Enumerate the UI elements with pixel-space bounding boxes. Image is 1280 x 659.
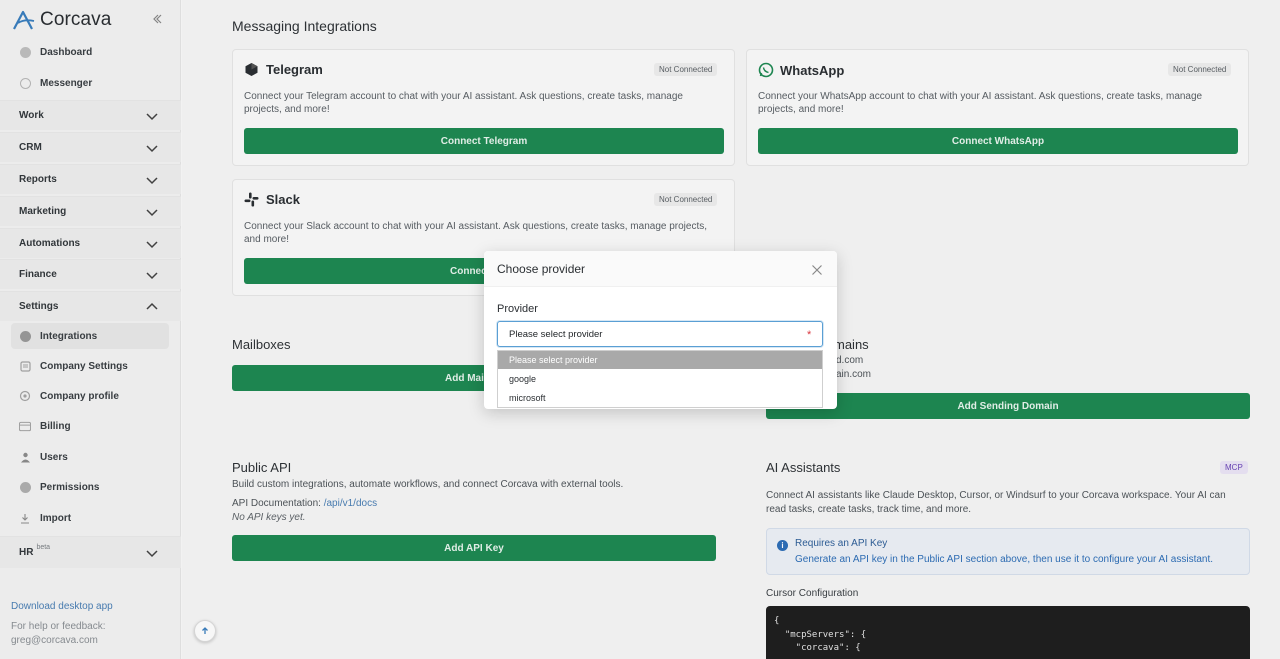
choose-provider-dialog: Choose provider Provider Please select p… — [484, 251, 837, 409]
required-indicator: * — [807, 329, 812, 341]
dialog-header: Choose provider — [484, 251, 837, 287]
provider-dropdown: Please select provider google microsoft — [497, 350, 823, 408]
provider-select[interactable]: Please select provider * — [497, 321, 823, 347]
dialog-title: Choose provider — [497, 262, 586, 276]
provider-select-value: Please select provider — [509, 329, 603, 340]
provider-option-google[interactable]: google — [498, 370, 822, 388]
provider-option-microsoft[interactable]: microsoft — [498, 389, 822, 407]
provider-option[interactable]: Please select provider — [498, 351, 822, 369]
provider-label: Provider — [497, 303, 538, 315]
close-icon[interactable] — [811, 264, 823, 276]
